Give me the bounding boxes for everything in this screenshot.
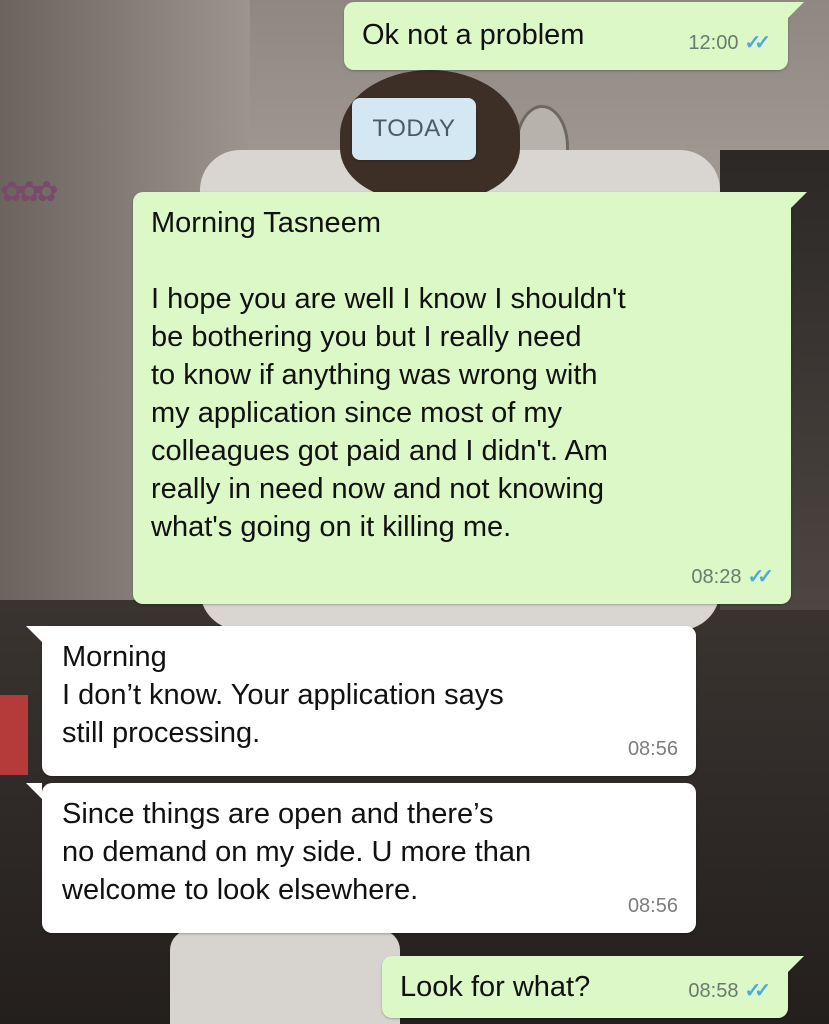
- message-text: Ok not a problem: [362, 19, 585, 51]
- person-legs-image: [170, 930, 400, 1024]
- message-bubble[interactable]: Look for what? 08:58 ✓✓: [382, 956, 804, 1018]
- double-check-read-icon: ✓✓: [744, 980, 770, 1002]
- date-divider: TODAY: [352, 98, 476, 160]
- message-time: 08:56: [627, 738, 678, 760]
- message-text: Look for what?: [400, 971, 591, 1003]
- message-meta: 08:56: [628, 730, 678, 768]
- double-check-read-icon: ✓✓: [747, 566, 773, 588]
- double-check-read-icon: ✓✓: [744, 32, 770, 54]
- flower-decoration-image: ✿✿✿: [0, 176, 58, 207]
- message-time: 08:28: [691, 566, 742, 588]
- message-time: 08:56: [627, 895, 678, 917]
- message-text: Morning I don’t know. Your application s…: [62, 641, 504, 749]
- message-bubble[interactable]: Since things are open and there’s no dem…: [26, 783, 696, 933]
- message-meta: 08:56: [628, 887, 678, 925]
- message-meta: 08:58 ✓✓: [688, 972, 770, 1010]
- message-meta: 08:28 ✓✓: [691, 558, 773, 596]
- message-time: 12:00: [688, 32, 739, 54]
- message-bubble[interactable]: Morning I don’t know. Your application s…: [26, 626, 696, 776]
- message-text: Since things are open and there’s no dem…: [62, 798, 532, 906]
- message-bubble[interactable]: Ok not a problem 12:00 ✓✓: [344, 2, 804, 70]
- red-gift-box-image: [0, 695, 28, 775]
- message-meta: 12:00 ✓✓: [688, 24, 770, 62]
- message-text: Morning Tasneem I hope you are well I kn…: [151, 207, 626, 543]
- message-time: 08:58: [688, 980, 739, 1002]
- message-bubble[interactable]: Morning Tasneem I hope you are well I kn…: [133, 192, 807, 604]
